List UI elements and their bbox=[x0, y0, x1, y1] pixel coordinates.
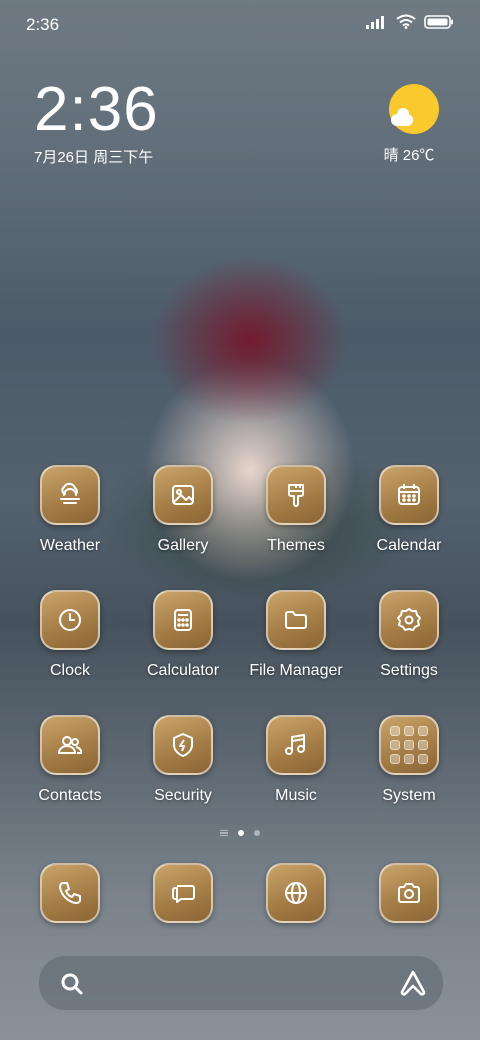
calculator-icon bbox=[153, 590, 213, 650]
app-label: Security bbox=[154, 787, 212, 804]
status-time: 2:36 bbox=[26, 15, 60, 34]
app-label: Calculator bbox=[146, 662, 220, 679]
shield-icon bbox=[153, 715, 213, 775]
browser-icon bbox=[266, 863, 326, 923]
weather-text: 晴 26℃ bbox=[383, 147, 435, 164]
app-label: Settings bbox=[380, 662, 438, 679]
weather-icon bbox=[40, 465, 100, 525]
status-icons bbox=[366, 14, 454, 29]
app-music[interactable]: Music bbox=[241, 715, 351, 805]
app-gallery[interactable]: Gallery bbox=[128, 465, 238, 555]
widget-time: 2:36 bbox=[34, 75, 159, 144]
camera-icon bbox=[379, 863, 439, 923]
widget-date: 7月26日 周三下午 bbox=[34, 149, 154, 166]
themes-icon bbox=[266, 465, 326, 525]
app-label: Weather bbox=[39, 537, 101, 554]
page-indicator[interactable] bbox=[0, 830, 480, 836]
app-weather[interactable]: Weather bbox=[15, 465, 125, 555]
app-contacts[interactable]: Contacts bbox=[15, 715, 125, 805]
folder-grid-icon bbox=[379, 715, 439, 775]
search-icon[interactable] bbox=[59, 971, 85, 1002]
app-calendar[interactable]: Calendar bbox=[354, 465, 464, 555]
dock-phone[interactable] bbox=[15, 863, 125, 923]
app-label: Gallery bbox=[157, 537, 209, 554]
clock-widget[interactable]: 2:36 7月26日 周三下午 bbox=[34, 78, 159, 167]
app-label: Clock bbox=[49, 662, 90, 679]
app-calculator[interactable]: Calculator bbox=[128, 590, 238, 680]
contacts-icon bbox=[40, 715, 100, 775]
app-system-folder[interactable]: System bbox=[354, 715, 464, 805]
messages-icon bbox=[153, 863, 213, 923]
app-label: File Manager bbox=[249, 662, 343, 679]
page-dot-active bbox=[238, 830, 244, 836]
weather-widget[interactable]: 晴 26℃ bbox=[384, 84, 444, 165]
page-list-icon bbox=[220, 830, 228, 836]
music-icon bbox=[266, 715, 326, 775]
search-bar[interactable] bbox=[38, 955, 444, 1011]
app-file-manager[interactable]: File Manager bbox=[241, 590, 351, 680]
app-label: Music bbox=[275, 787, 317, 804]
dock-messages[interactable] bbox=[128, 863, 238, 923]
app-themes[interactable]: Themes bbox=[241, 465, 351, 555]
status-bar: 2:36 bbox=[0, 0, 480, 50]
battery-icon bbox=[424, 14, 453, 29]
app-settings[interactable]: Settings bbox=[354, 590, 464, 680]
app-label: Contacts bbox=[38, 787, 102, 804]
clock-icon bbox=[40, 590, 100, 650]
folder-icon bbox=[266, 590, 326, 650]
app-clock[interactable]: Clock bbox=[15, 590, 125, 680]
app-security[interactable]: Security bbox=[128, 715, 238, 805]
app-label: Themes bbox=[267, 537, 325, 554]
page-dot bbox=[254, 830, 260, 836]
dock-camera[interactable] bbox=[354, 863, 464, 923]
signal-icon bbox=[366, 15, 384, 29]
wifi-icon bbox=[396, 14, 416, 29]
sun-cloud-icon bbox=[389, 84, 439, 134]
gallery-icon bbox=[153, 465, 213, 525]
assistant-icon[interactable] bbox=[399, 969, 427, 1002]
app-label: System bbox=[382, 787, 436, 804]
dock-browser[interactable] bbox=[241, 863, 351, 923]
gear-icon bbox=[379, 590, 439, 650]
calendar-icon bbox=[379, 465, 439, 525]
phone-icon bbox=[40, 863, 100, 923]
app-label: Calendar bbox=[376, 537, 442, 554]
